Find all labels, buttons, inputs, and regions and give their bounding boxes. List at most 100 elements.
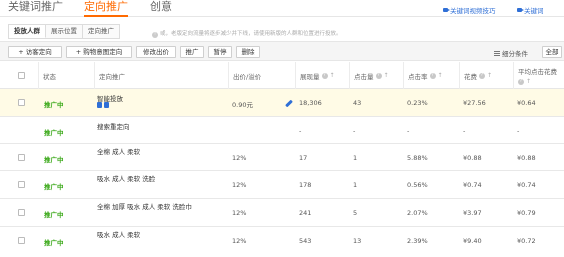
ctr-value: 2.07% [407,209,428,217]
impressions-value: 543 [299,237,312,245]
notice-text: 或，老版定向流量将逐步减少并下线，请使用新版的人群和位置进行投放。 [160,31,342,37]
clicks-value: 1 [353,181,358,189]
ctr-value: 0.23% [407,99,428,107]
column-status-label: 状态 [43,72,56,81]
metrics-filter[interactable]: 细分条件 [494,48,528,58]
keyword-link-label: 关键词 [524,7,544,15]
edit-pencil-icon[interactable] [285,99,293,108]
ctr-value: 5.88% [407,154,428,162]
video-icon [443,8,450,12]
toolbar: + 访客定向 + 购物意图定向 修改出价 推广 暂停 删除 细分条件 全部 [0,41,564,61]
cpc-value: ¥0.72 [517,237,536,245]
status-badge: 推广中 [44,101,64,109]
promote-button[interactable]: 推广 [180,46,204,58]
target-name: 全棉 加厚 吸水 成人 柔软 洗脸巾 [97,203,192,211]
column-avg-cpc-controls: ? ↑ [518,78,531,85]
impressions-value: 178 [299,181,312,189]
table-row: 推广中 吸水 成人 柔软 洗脸 12% 178 1 0.56% ¥0.74 ¥0… [0,171,564,199]
ctr-value: 0.56% [407,181,428,189]
clicks-value: 13 [353,237,362,245]
select-all-column [0,62,38,89]
help-icon: ? [321,72,328,79]
status-badge: 推广中 [44,129,64,137]
column-impressions[interactable]: 展现量? ↑ [295,62,349,89]
info-icon: ! [152,32,158,38]
keyword-video-tips-link[interactable]: 关键词视频技巧 [443,5,496,15]
column-ctr[interactable]: 点击率? ↑ [403,62,459,89]
impressions-value: 17 [299,154,308,162]
column-clicks[interactable]: 点击量? ↑ [349,62,403,89]
clicks-value: - [353,127,356,135]
status-badge: 推广中 [44,183,64,191]
mobile-icon [97,102,102,108]
column-spend-label: 花费 [464,72,477,81]
row-checkbox[interactable] [18,99,25,106]
row-checkbox[interactable] [18,237,25,244]
add-shopping-intent-button[interactable]: + 购物意图定向 [66,46,132,58]
delete-button[interactable]: 删除 [236,46,260,58]
row-checkbox[interactable] [18,181,25,188]
metrics-filter-label: 细分条件 [502,50,528,58]
spend-value: ¥0.74 [463,181,482,189]
sub-tab-bar: 投放人群 展示位置 定向推广 [8,24,120,39]
table-row: 推广中 智能投放 0.90元 18,306 43 0.23% ¥27.56 ¥0… [0,89,564,117]
edit-bid-button[interactable]: 修改出价 [136,46,176,58]
add-visitor-targeting-button[interactable]: + 访客定向 [8,46,62,58]
all-filter-button[interactable]: 全部 [542,46,562,58]
bid-value[interactable]: 12% [232,181,246,189]
table-row: 推广中 搜索重定向 - - - - - [0,117,564,144]
select-all-checkbox[interactable] [18,72,25,79]
cpc-value: ¥0.74 [517,181,536,189]
status-badge: 推广中 [44,211,64,219]
column-spend[interactable]: 花费? ↑ [459,62,513,89]
keyword-video-tips-label: 关键词视频技巧 [450,7,496,15]
column-bid: 出价/溢价 [228,62,295,89]
table-row: 推广中 全棉 加厚 吸水 成人 柔软 洗脸巾 12% 241 5 2.07% ¥… [0,199,564,227]
cpc-value: ¥0.79 [517,209,536,217]
tab-targeted-promotion[interactable]: 定向推广 [84,0,128,17]
tab-targeting[interactable]: 定向推广 [83,25,119,38]
bid-value[interactable]: 12% [232,237,246,245]
column-avg-cpc-label: 平均点击花费 [518,68,557,76]
row-checkbox[interactable] [18,209,25,216]
status-badge: 推广中 [44,239,64,247]
sort-icon[interactable]: ↑ [438,72,443,79]
sort-icon[interactable]: ↑ [384,72,389,79]
column-ctr-label: 点击率 [408,72,428,81]
tab-placement[interactable]: 展示位置 [46,25,83,38]
target-name: 搜索重定向 [97,123,130,131]
row-icons [97,102,109,108]
help-icon: ? [479,72,485,79]
tab-audience[interactable]: 投放人群 [9,25,46,38]
column-bid-label: 出价/溢价 [233,72,262,81]
spend-value: ¥27.56 [463,99,486,107]
impressions-value: 241 [299,209,312,217]
spend-value: ¥9.40 [463,237,482,245]
sort-icon[interactable]: ↑ [526,78,531,85]
pc-icon [104,102,109,108]
tab-creative[interactable]: 创意 [150,0,172,17]
pause-button[interactable]: 暂停 [208,46,232,58]
sort-icon[interactable]: ↑ [330,72,335,79]
column-target-label: 定向推广 [99,72,125,81]
top-tab-bar: 关键词推广 定向推广 创意 关键词视频技巧 关键词 [0,0,564,17]
help-icon: ? [518,78,524,85]
row-checkbox[interactable] [18,154,25,161]
column-avg-cpc[interactable]: 平均点击花费 ? ↑ [513,62,564,89]
help-icon: ? [375,72,382,79]
bid-value[interactable]: 0.90元 [232,99,253,109]
column-clicks-label: 点击量 [354,72,374,81]
target-name: 吸水 成人 柔软 洗脸 [97,175,156,183]
bid-value[interactable]: 12% [232,154,246,162]
status-badge: 推广中 [44,156,64,164]
sort-icon[interactable]: ↑ [487,72,492,79]
bid-value[interactable]: 12% [232,209,246,217]
list-icon [494,50,500,56]
tab-keyword-promotion[interactable]: 关键词推广 [8,0,63,17]
keyword-link[interactable]: 关键词 [517,5,544,15]
cpc-value: ¥0.64 [517,99,536,107]
video-icon [517,8,524,12]
clicks-value: 43 [353,99,362,107]
target-name: 吸水 成人 柔软 [97,231,141,239]
table-row: 推广中 吸水 成人 柔软 12% 543 13 2.39% ¥9.40 ¥0.7… [0,227,564,257]
